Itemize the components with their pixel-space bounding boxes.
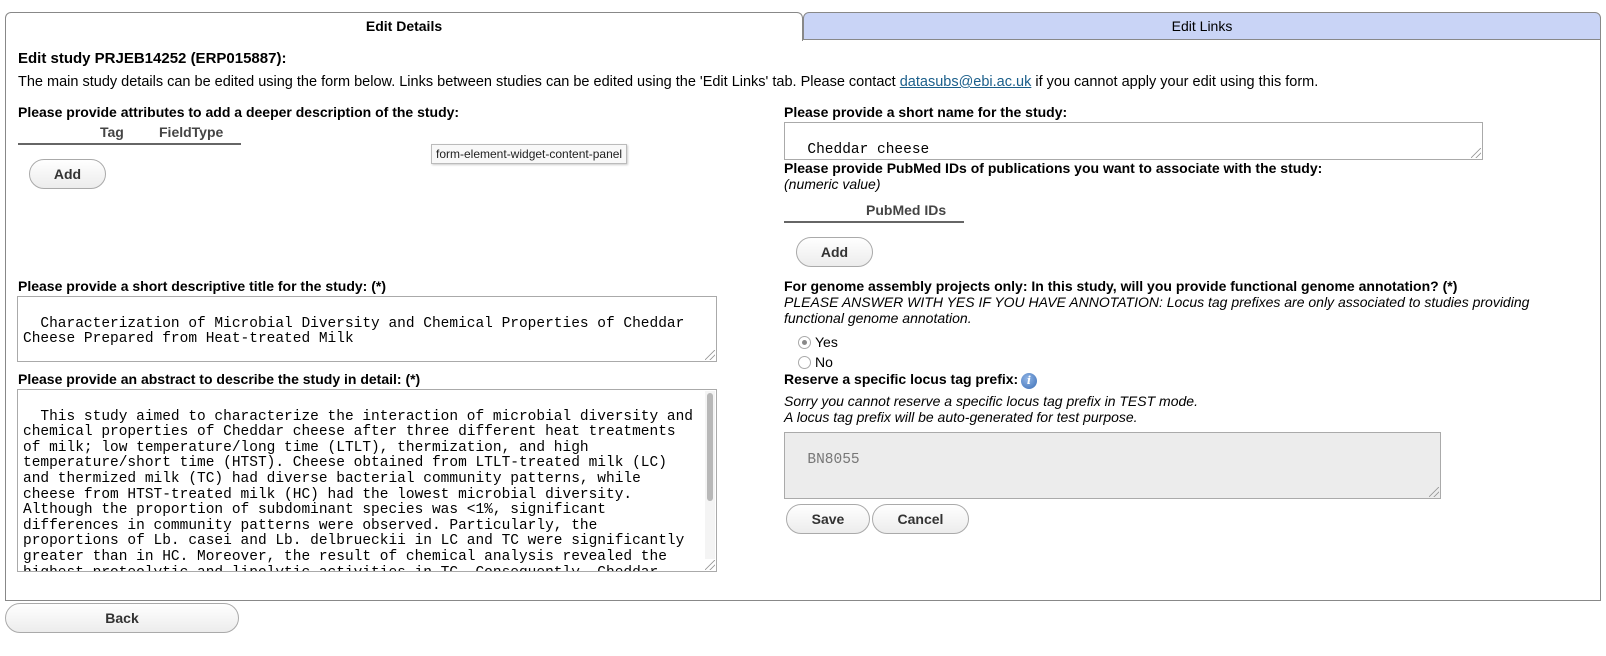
resize-handle[interactable]	[705, 350, 715, 360]
abstract-scrollbar[interactable]	[705, 391, 715, 559]
title-label: Please provide a short descriptive title…	[18, 278, 386, 294]
attributes-label: Please provide attributes to add a deepe…	[18, 104, 460, 120]
resize-handle	[1429, 487, 1439, 497]
locus-tag-note-2: A locus tag prefix will be auto-generate…	[784, 409, 1138, 425]
support-email-link[interactable]: datasubs@ebi.ac.uk	[900, 74, 1032, 90]
intro-text-before: The main study details can be edited usi…	[18, 74, 900, 90]
resize-handle[interactable]	[705, 560, 715, 570]
annotation-no-label: No	[815, 354, 833, 370]
title-value: Characterization of Microbial Diversity …	[23, 315, 694, 348]
page-title: Edit study PRJEB14252 (ERP015887):	[18, 50, 287, 67]
pubmed-hint: (numeric value)	[784, 176, 881, 192]
intro-text-after: if you cannot apply your edit using this…	[1031, 74, 1319, 90]
locus-tag-textarea: BN8055	[784, 432, 1441, 499]
attributes-column-fieldtype: FieldType	[159, 124, 224, 140]
locus-tag-note-1: Sorry you cannot reserve a specific locu…	[784, 393, 1198, 409]
tab-edit-links[interactable]: Edit Links	[803, 12, 1601, 40]
annotation-question: For genome assembly projects only: In th…	[784, 278, 1458, 294]
tooltip: form-element-widget-content-panel	[431, 144, 628, 164]
back-button[interactable]: Back	[5, 603, 239, 633]
scrollbar-thumb[interactable]	[707, 393, 713, 501]
annotation-note: PLEASE ANSWER WITH YES IF YOU HAVE ANNOT…	[784, 294, 1530, 326]
locus-tag-value: BN8055	[807, 451, 860, 468]
tab-bar: Edit Details Edit Links	[5, 12, 1601, 41]
intro-text: The main study details can be edited usi…	[18, 74, 1318, 90]
annotation-yes-label: Yes	[815, 334, 838, 350]
save-button[interactable]: Save	[786, 504, 870, 534]
attributes-column-tag: Tag	[100, 124, 124, 140]
add-attribute-button[interactable]: Add	[29, 159, 106, 189]
info-icon[interactable]: i	[1021, 373, 1037, 389]
locus-tag-label: Reserve a specific locus tag prefix:	[784, 371, 1019, 387]
cancel-button[interactable]: Cancel	[872, 504, 969, 534]
annotation-yes-radio[interactable]	[798, 336, 811, 349]
short-name-label: Please provide a short name for the stud…	[784, 104, 1068, 120]
pubmed-table-header: PubMed IDs	[784, 199, 964, 223]
abstract-label: Please provide an abstract to describe t…	[18, 371, 421, 387]
pubmed-label: Please provide PubMed IDs of publication…	[784, 160, 1323, 176]
abstract-value: This study aimed to characterize the int…	[23, 408, 694, 571]
short-name-value: Cheddar cheese	[807, 141, 930, 158]
attributes-table-header: Tag FieldType	[18, 122, 241, 145]
tab-edit-details[interactable]: Edit Details	[5, 12, 803, 41]
abstract-textarea[interactable]: This study aimed to characterize the int…	[17, 389, 717, 572]
short-name-textarea[interactable]: Cheddar cheese	[784, 122, 1483, 160]
add-pubmed-button[interactable]: Add	[796, 237, 873, 267]
pubmed-column: PubMed IDs	[866, 202, 947, 218]
annotation-no-radio[interactable]	[798, 356, 811, 369]
resize-handle[interactable]	[1471, 148, 1481, 158]
title-textarea[interactable]: Characterization of Microbial Diversity …	[17, 296, 717, 362]
